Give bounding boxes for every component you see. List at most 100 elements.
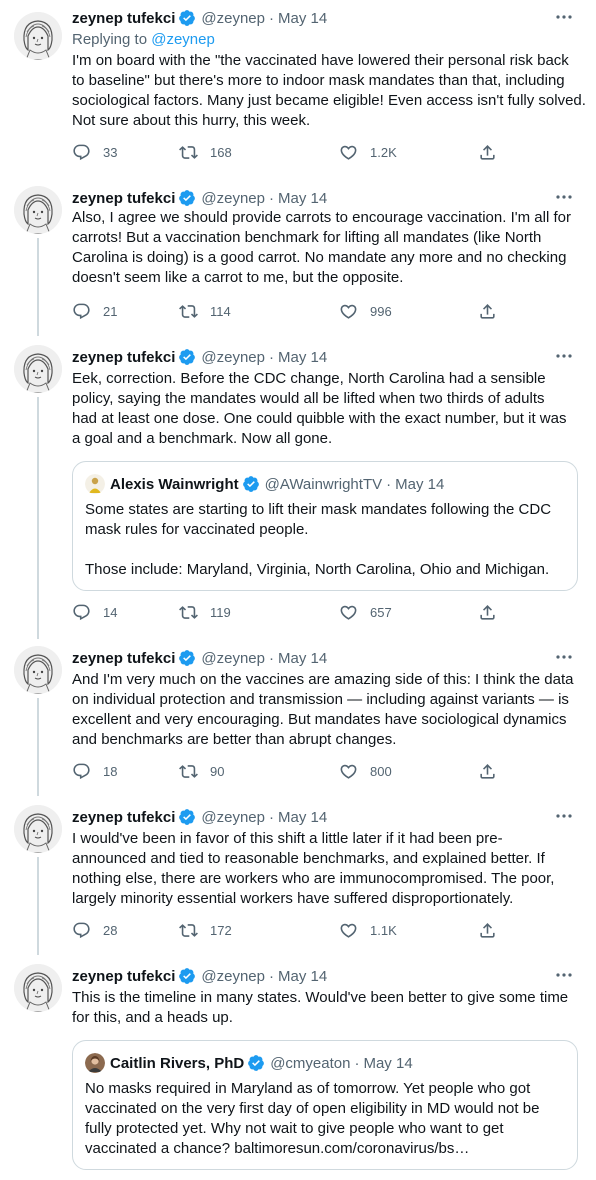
verified-badge-icon — [178, 649, 196, 667]
more-icon[interactable] — [554, 349, 574, 363]
reply-count: 33 — [103, 145, 118, 160]
verified-badge-icon — [178, 808, 196, 826]
tweet[interactable]: zeynep tufekci @zeynep · May 14 And I'm … — [0, 646, 596, 796]
more-icon[interactable] — [554, 650, 574, 664]
quoted-text-line: fully protected yet. Why not wait to giv… — [85, 1120, 504, 1137]
tweet-actions: 28 172 1.1K — [72, 921, 512, 943]
like-count: 657 — [370, 605, 392, 620]
author-name[interactable]: zeynep tufekci — [72, 190, 175, 207]
quoted-author-name: Caitlin Rivers, PhD — [110, 1054, 245, 1072]
tweet-actions: 33 168 1.2K — [72, 143, 512, 165]
avatar[interactable] — [14, 12, 62, 60]
avatar[interactable] — [14, 964, 62, 1012]
share-button[interactable] — [478, 302, 497, 321]
author-name[interactable]: zeynep tufekci — [72, 349, 175, 366]
like-button[interactable]: 996 — [339, 302, 392, 321]
quoted-tweet-header: Alexis Wainwright @AWainwrightTV · May 1… — [85, 474, 444, 494]
retweet-button[interactable]: 114 — [179, 302, 231, 321]
quoted-tweet[interactable]: Alexis Wainwright @AWainwrightTV · May 1… — [72, 461, 578, 591]
tweet-text: I would've been in favor of this shift a… — [72, 829, 587, 909]
reply-button[interactable]: 18 — [72, 762, 117, 781]
author-handle[interactable]: @zeynep — [201, 968, 265, 985]
tweet-text-line: on individual protection and transmissio… — [72, 691, 569, 708]
reply-button[interactable]: 33 — [72, 143, 117, 162]
tweet-date[interactable]: May 14 — [278, 190, 327, 207]
avatar[interactable] — [14, 345, 62, 393]
tweet-actions: 14 119 657 — [72, 603, 512, 625]
thread-line — [37, 857, 39, 955]
author-handle[interactable]: @zeynep — [201, 349, 265, 366]
more-icon[interactable] — [554, 190, 574, 204]
tweet-text-line: a goal and a benchmark. Now all gone. — [72, 430, 333, 447]
like-count: 1.2K — [370, 145, 397, 160]
share-button[interactable] — [478, 921, 497, 940]
author-handle[interactable]: @zeynep — [201, 650, 265, 667]
quoted-avatar — [85, 474, 105, 494]
share-icon — [478, 143, 497, 162]
tweet-date[interactable]: May 14 — [278, 809, 327, 826]
tweet[interactable]: zeynep tufekci @zeynep · May 14 Replying… — [0, 8, 596, 168]
separator: · — [268, 189, 274, 207]
tweet-actions: 18 90 800 — [72, 762, 512, 784]
replying-to: Replying to @zeynep — [72, 31, 215, 48]
tweet-date[interactable]: May 14 — [278, 10, 327, 27]
more-icon[interactable] — [554, 968, 574, 982]
retweet-button[interactable]: 90 — [179, 762, 224, 781]
author-name[interactable]: zeynep tufekci — [72, 968, 175, 985]
quoted-tweet-text: No masks required in Maryland as of tomo… — [85, 1079, 565, 1159]
tweet-text-line: had at least one dose. One could quibble… — [72, 410, 567, 427]
retweet-button[interactable]: 172 — [179, 921, 232, 940]
tweet-text-line: excellent and very encouraging. But mand… — [72, 711, 567, 728]
retweet-count: 114 — [210, 304, 231, 319]
verified-badge-icon — [178, 9, 196, 27]
like-button[interactable]: 800 — [339, 762, 392, 781]
quoted-author-handle: @AWainwrightTV — [264, 475, 383, 493]
author-handle[interactable]: @zeynep — [201, 809, 265, 826]
verified-badge-icon — [178, 967, 196, 985]
tweet-text-line: doesn't seem like a carrot to me, but th… — [72, 269, 404, 286]
tweet-date[interactable]: May 14 — [278, 349, 327, 366]
tweet-date[interactable]: May 14 — [278, 650, 327, 667]
tweet-actions: 21 114 996 — [72, 302, 512, 324]
quoted-tweet[interactable]: Caitlin Rivers, PhD @cmyeaton · May 14 N… — [72, 1040, 578, 1170]
like-button[interactable]: 1.2K — [339, 143, 397, 162]
avatar[interactable] — [14, 805, 62, 853]
avatar[interactable] — [14, 186, 62, 234]
author-handle[interactable]: @zeynep — [201, 10, 265, 27]
tweet[interactable]: zeynep tufekci @zeynep · May 14 Also, I … — [0, 186, 596, 336]
tweet[interactable]: zeynep tufekci @zeynep · May 14 I would'… — [0, 805, 596, 955]
retweet-button[interactable]: 168 — [179, 143, 232, 162]
author-name[interactable]: zeynep tufekci — [72, 809, 175, 826]
quoted-text-line: No masks required in Maryland as of tomo… — [85, 1080, 531, 1097]
reply-count: 18 — [103, 764, 118, 779]
retweet-button[interactable]: 119 — [179, 603, 231, 622]
tweet-text: And I'm very much on the vaccines are am… — [72, 670, 587, 750]
thread-line — [37, 238, 39, 336]
reply-button[interactable]: 21 — [72, 302, 117, 321]
author-handle[interactable]: @zeynep — [201, 190, 265, 207]
tweet[interactable]: zeynep tufekci @zeynep · May 14 This is … — [0, 964, 596, 1180]
tweet-date[interactable]: May 14 — [278, 968, 327, 985]
share-button[interactable] — [478, 143, 497, 162]
separator: · — [386, 475, 392, 493]
like-button[interactable]: 657 — [339, 603, 392, 622]
author-name[interactable]: zeynep tufekci — [72, 10, 175, 27]
author-name[interactable]: zeynep tufekci — [72, 650, 175, 667]
tweet-text-line: I'm on board with the "the vaccinated ha… — [72, 52, 569, 69]
share-button[interactable] — [478, 762, 497, 781]
tweet[interactable]: zeynep tufekci @zeynep · May 14 Eek, cor… — [0, 345, 596, 639]
replying-mention[interactable]: @zeynep — [151, 31, 215, 48]
reply-button[interactable]: 28 — [72, 921, 117, 940]
replying-label: Replying to — [72, 31, 148, 48]
avatar[interactable] — [14, 646, 62, 694]
like-count: 996 — [370, 304, 392, 319]
more-icon[interactable] — [554, 10, 574, 24]
tweet-text-line: Carolina is doing) is a good carrot. No … — [72, 249, 567, 266]
like-button[interactable]: 1.1K — [339, 921, 397, 940]
more-icon[interactable] — [554, 809, 574, 823]
verified-badge-icon — [242, 475, 260, 493]
reply-button[interactable]: 14 — [72, 603, 117, 622]
quoted-tweet-date: May 14 — [395, 475, 445, 493]
thread-line — [37, 397, 39, 639]
share-button[interactable] — [478, 603, 497, 622]
